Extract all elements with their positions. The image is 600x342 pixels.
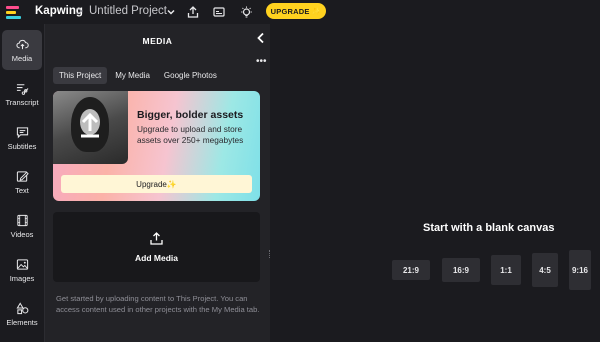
upload-icon [150, 232, 163, 245]
blank-canvas-title: Start with a blank canvas [423, 222, 555, 234]
cloud-upload-icon [15, 39, 29, 49]
sidebar-item-label: Elements [6, 317, 38, 327]
upgrade-button[interactable]: UPGRADE ✨ [266, 3, 326, 19]
canvas-area: Start with a blank canvas 21:9 16:9 1:1 … [271, 24, 600, 342]
ratio-1-1-button[interactable]: 1:1 [491, 255, 521, 285]
project-title[interactable]: Untitled Project [89, 5, 167, 17]
sidebar-item-videos[interactable]: Videos [2, 206, 42, 246]
promo-text: Upgrade to upload and store assets over … [137, 124, 244, 145]
sidebar-item-label: Videos [10, 229, 34, 239]
image-icon [16, 258, 28, 270]
sidebar-item-media[interactable]: Media [2, 30, 42, 70]
shapes-icon [15, 301, 28, 314]
sidebar-item-label: Images [9, 273, 35, 283]
sidebar-item-label: Transcript [5, 97, 39, 107]
captions-icon[interactable] [210, 3, 228, 21]
promo-title: Bigger, bolder assets [137, 109, 244, 121]
media-tabs: This Project My Media Google Photos [53, 67, 225, 84]
sidebar-item-elements[interactable]: Elements [2, 294, 42, 334]
collapse-panel-icon[interactable] [255, 31, 267, 45]
chevron-down-icon[interactable] [162, 3, 180, 21]
sidebar-item-images[interactable]: Images [2, 250, 42, 290]
more-options-icon[interactable]: ••• [256, 56, 267, 67]
upload-arrow-icon [81, 112, 99, 138]
sidebar-item-subtitles[interactable]: Subtitles [2, 118, 42, 158]
ratio-9-16-button[interactable]: 9:16 [569, 250, 591, 290]
sidebar-nav: Media Transcript Subtitles Text Videos I… [0, 24, 45, 342]
promo-image [53, 91, 128, 164]
sidebar-item-label: Text [15, 185, 29, 195]
help-text: Get started by uploading content to This… [56, 294, 260, 314]
sidebar-item-text[interactable]: Text [2, 162, 42, 202]
upgrade-promo-card: Bigger, bolder assets Upgrade to upload … [53, 91, 260, 201]
ratio-16-9-button[interactable]: 16:9 [442, 258, 480, 282]
tab-google-photos[interactable]: Google Photos [158, 67, 223, 84]
sidebar-item-transcript[interactable]: Transcript [2, 74, 42, 114]
tab-my-media[interactable]: My Media [109, 67, 156, 84]
sidebar-item-label: Subtitles [7, 141, 37, 151]
add-media-label: Add Media [135, 253, 178, 263]
panel-title: MEDIA [142, 36, 173, 46]
top-bar: Kapwing > Untitled Project UPGRADE ✨ [0, 0, 600, 24]
tab-this-project[interactable]: This Project [53, 67, 108, 84]
subtitles-icon [16, 126, 28, 138]
promo-upgrade-button[interactable]: Upgrade✨ [61, 175, 252, 193]
breadcrumb-separator-icon: > [76, 4, 84, 18]
transcript-icon [16, 83, 28, 95]
sidebar-item-label: Media [11, 53, 33, 63]
ratio-4-5-button[interactable]: 4:5 [532, 253, 558, 287]
film-icon [16, 214, 28, 226]
text-edit-icon [16, 170, 29, 182]
ratio-21-9-button[interactable]: 21:9 [392, 260, 430, 280]
lightbulb-icon[interactable] [237, 3, 255, 21]
add-media-button[interactable]: Add Media [53, 212, 260, 282]
media-panel: MEDIA ••• This Project My Media Google P… [45, 24, 270, 342]
kapwing-logo[interactable] [6, 4, 22, 20]
share-icon[interactable] [184, 3, 202, 21]
